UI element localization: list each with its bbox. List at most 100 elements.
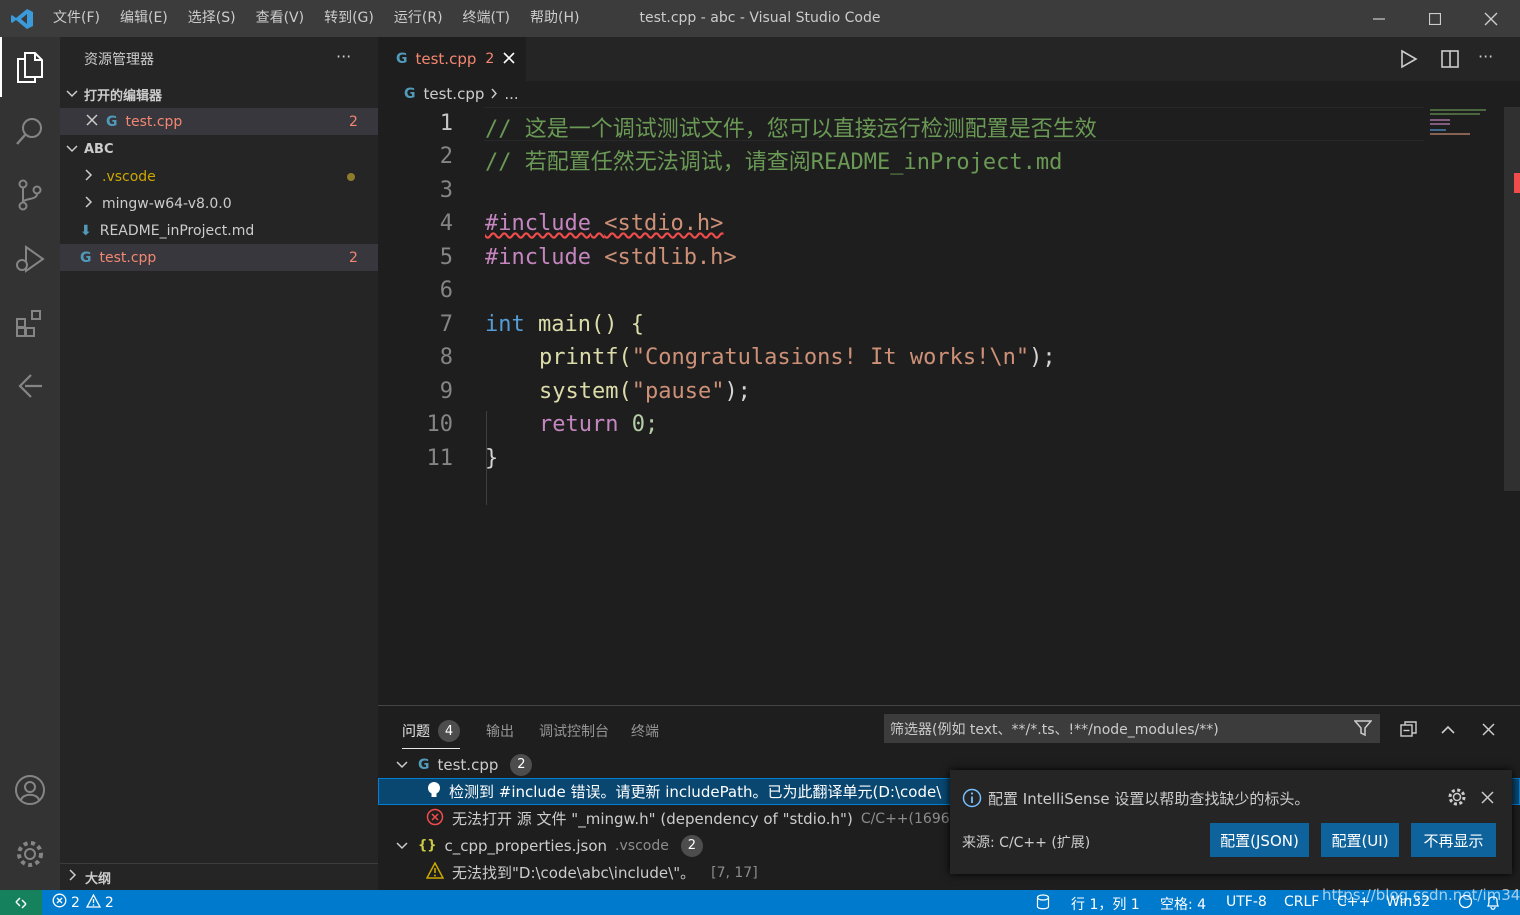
filter-icon[interactable] [1353, 719, 1373, 741]
close-window-button[interactable] [1462, 0, 1520, 37]
remote-indicator-icon[interactable] [0, 890, 42, 915]
keyword-int: int [485, 312, 525, 337]
tree-item-mingw[interactable]: mingw-w64-v8.0.0 [60, 190, 378, 217]
encoding[interactable]: UTF-8 [1226, 894, 1267, 910]
tab-terminal[interactable]: 终端 [631, 721, 659, 741]
punctuation: ); [1029, 345, 1056, 370]
printf-call: printf( [539, 345, 632, 370]
more-actions-button[interactable]: ··· [336, 47, 351, 66]
breadcrumb-file[interactable]: test.cpp [424, 85, 485, 103]
scrollbar[interactable] [1504, 107, 1520, 491]
cursor-position[interactable]: 行 1，列 1 [1071, 894, 1140, 914]
problem-source: C/C++(1696) [860, 810, 956, 827]
chevron-down-icon [396, 756, 408, 774]
breadcrumb-rest[interactable]: ... [504, 85, 518, 103]
menu-view[interactable]: 查看(V) [246, 0, 315, 37]
menu-selection[interactable]: 选择(S) [178, 0, 246, 37]
line-number: 2 [439, 144, 453, 169]
open-editors-label: 打开的编辑器 [84, 89, 163, 104]
filter-input[interactable]: 筛选器(例如 text、**/*.ts、!**/node_modules/**) [884, 714, 1380, 743]
code-line-9: system("pause"); [539, 379, 751, 404]
menu-file[interactable]: 文件(F) [43, 0, 110, 37]
maximize-panel-icon[interactable] [1441, 722, 1455, 740]
chevron-right-icon [84, 195, 93, 212]
notification-settings-gear-icon[interactable] [1447, 787, 1467, 811]
code-line-8: printf("Congratulasions! It works!\n"); [539, 345, 1056, 370]
modified-dot-icon [347, 173, 355, 181]
problem-text: 检测到 #include 错误。请更新 includePath。已为此翻译单元(… [449, 783, 942, 801]
code-line-1: // 这是一个调试测试文件，您可以直接运行检测配置是否生效 [485, 117, 1097, 142]
problem-count: 2 [349, 113, 358, 130]
folder-header[interactable]: ABC [60, 136, 378, 163]
open-editor-item[interactable]: G test.cpp 2 [60, 108, 378, 135]
lightbulb-icon[interactable] [427, 781, 441, 803]
settings-gear-icon[interactable] [0, 824, 60, 884]
cpp-file-icon: G [106, 113, 118, 130]
json-file-icon: {} [418, 838, 437, 853]
more-actions-button[interactable]: ··· [1478, 47, 1493, 66]
markdown-file-icon: ⬇ [80, 222, 92, 239]
explorer-sidebar: 资源管理器 ··· 打开的编辑器 G test.cpp 2 ABC .vscod… [60, 37, 378, 890]
include-directive: #include [485, 245, 591, 270]
line-ending[interactable]: CRLF [1284, 894, 1319, 910]
chevron-right-icon [68, 869, 77, 885]
menu-help[interactable]: 帮助(H) [520, 0, 589, 37]
error-icon [426, 808, 444, 830]
tab-problems[interactable]: 问题 4 [402, 720, 460, 749]
tree-item-testcpp[interactable]: G test.cpp 2 [60, 244, 378, 271]
notification-close-icon[interactable] [1481, 790, 1494, 808]
tree-item-vscode[interactable]: .vscode [60, 163, 378, 190]
account-icon[interactable] [0, 760, 60, 820]
configure-json-button[interactable]: 配置(JSON) [1210, 823, 1309, 857]
minimize-button[interactable] [1350, 0, 1408, 37]
maximize-button[interactable] [1406, 0, 1464, 37]
tab-problem-count: 2 [485, 51, 495, 67]
close-icon[interactable] [86, 113, 98, 130]
open-editors-header[interactable]: 打开的编辑器 [60, 81, 378, 108]
vscode-logo-icon [10, 8, 34, 30]
close-icon[interactable] [503, 50, 515, 68]
tab-output[interactable]: 输出 [486, 721, 514, 741]
run-debug-icon[interactable] [0, 229, 60, 289]
remote-icon[interactable] [0, 357, 60, 417]
sidebar-title: 资源管理器 [84, 52, 154, 68]
explorer-icon[interactable] [0, 37, 60, 97]
line-number: 9 [439, 379, 453, 404]
outline-header[interactable]: 大纲 [60, 863, 378, 890]
minimap[interactable] [1430, 107, 1504, 137]
tree-item-readme[interactable]: ⬇ README_inProject.md [60, 217, 378, 244]
extensions-icon[interactable] [0, 293, 60, 353]
split-editor-icon[interactable] [1440, 49, 1460, 73]
database-icon[interactable] [1036, 894, 1050, 914]
run-icon[interactable] [1398, 49, 1418, 73]
tree-item-label: mingw-w64-v8.0.0 [102, 195, 232, 212]
group-file-name: c_cpp_properties.json [444, 836, 608, 855]
include-directive: #include [485, 211, 591, 236]
code-line-2: // 若配置任然无法调试，请查阅README_inProject.md [485, 150, 1063, 175]
line-number: 4 [439, 211, 453, 236]
source-control-icon[interactable] [0, 165, 60, 225]
problems-status[interactable]: 2 2 [52, 893, 114, 912]
string-literal: "pause" [631, 379, 725, 404]
indentation[interactable]: 空格: 4 [1160, 894, 1206, 914]
keyword-return: return [539, 412, 619, 437]
collapse-all-icon[interactable] [1400, 720, 1418, 742]
warning-icon [85, 893, 102, 912]
problem-text: 无法打开 源 文件 "_mingw.h" (dependency of "std… [452, 810, 853, 828]
tab-label: test.cpp [415, 50, 477, 68]
configure-ui-button[interactable]: 配置(UI) [1321, 823, 1399, 857]
line-number: 10 [426, 412, 454, 437]
tab-debug-console[interactable]: 调试控制台 [539, 721, 609, 741]
search-icon[interactable] [0, 101, 60, 161]
menu-edit[interactable]: 编辑(E) [110, 0, 178, 37]
tab-test-cpp[interactable]: G test.cpp 2 [378, 37, 526, 81]
menu-run[interactable]: 运行(R) [384, 0, 453, 37]
menu-terminal[interactable]: 终端(T) [453, 0, 520, 37]
dont-show-again-button[interactable]: 不再显示 [1411, 823, 1496, 857]
punctuation: ); [724, 379, 751, 404]
include-header: <stdlib.h> [604, 245, 737, 270]
close-panel-icon[interactable] [1482, 722, 1495, 740]
code-line-10: return 0; [539, 412, 658, 437]
group-count-badge: 2 [510, 753, 533, 776]
menu-go[interactable]: 转到(G) [314, 0, 384, 37]
